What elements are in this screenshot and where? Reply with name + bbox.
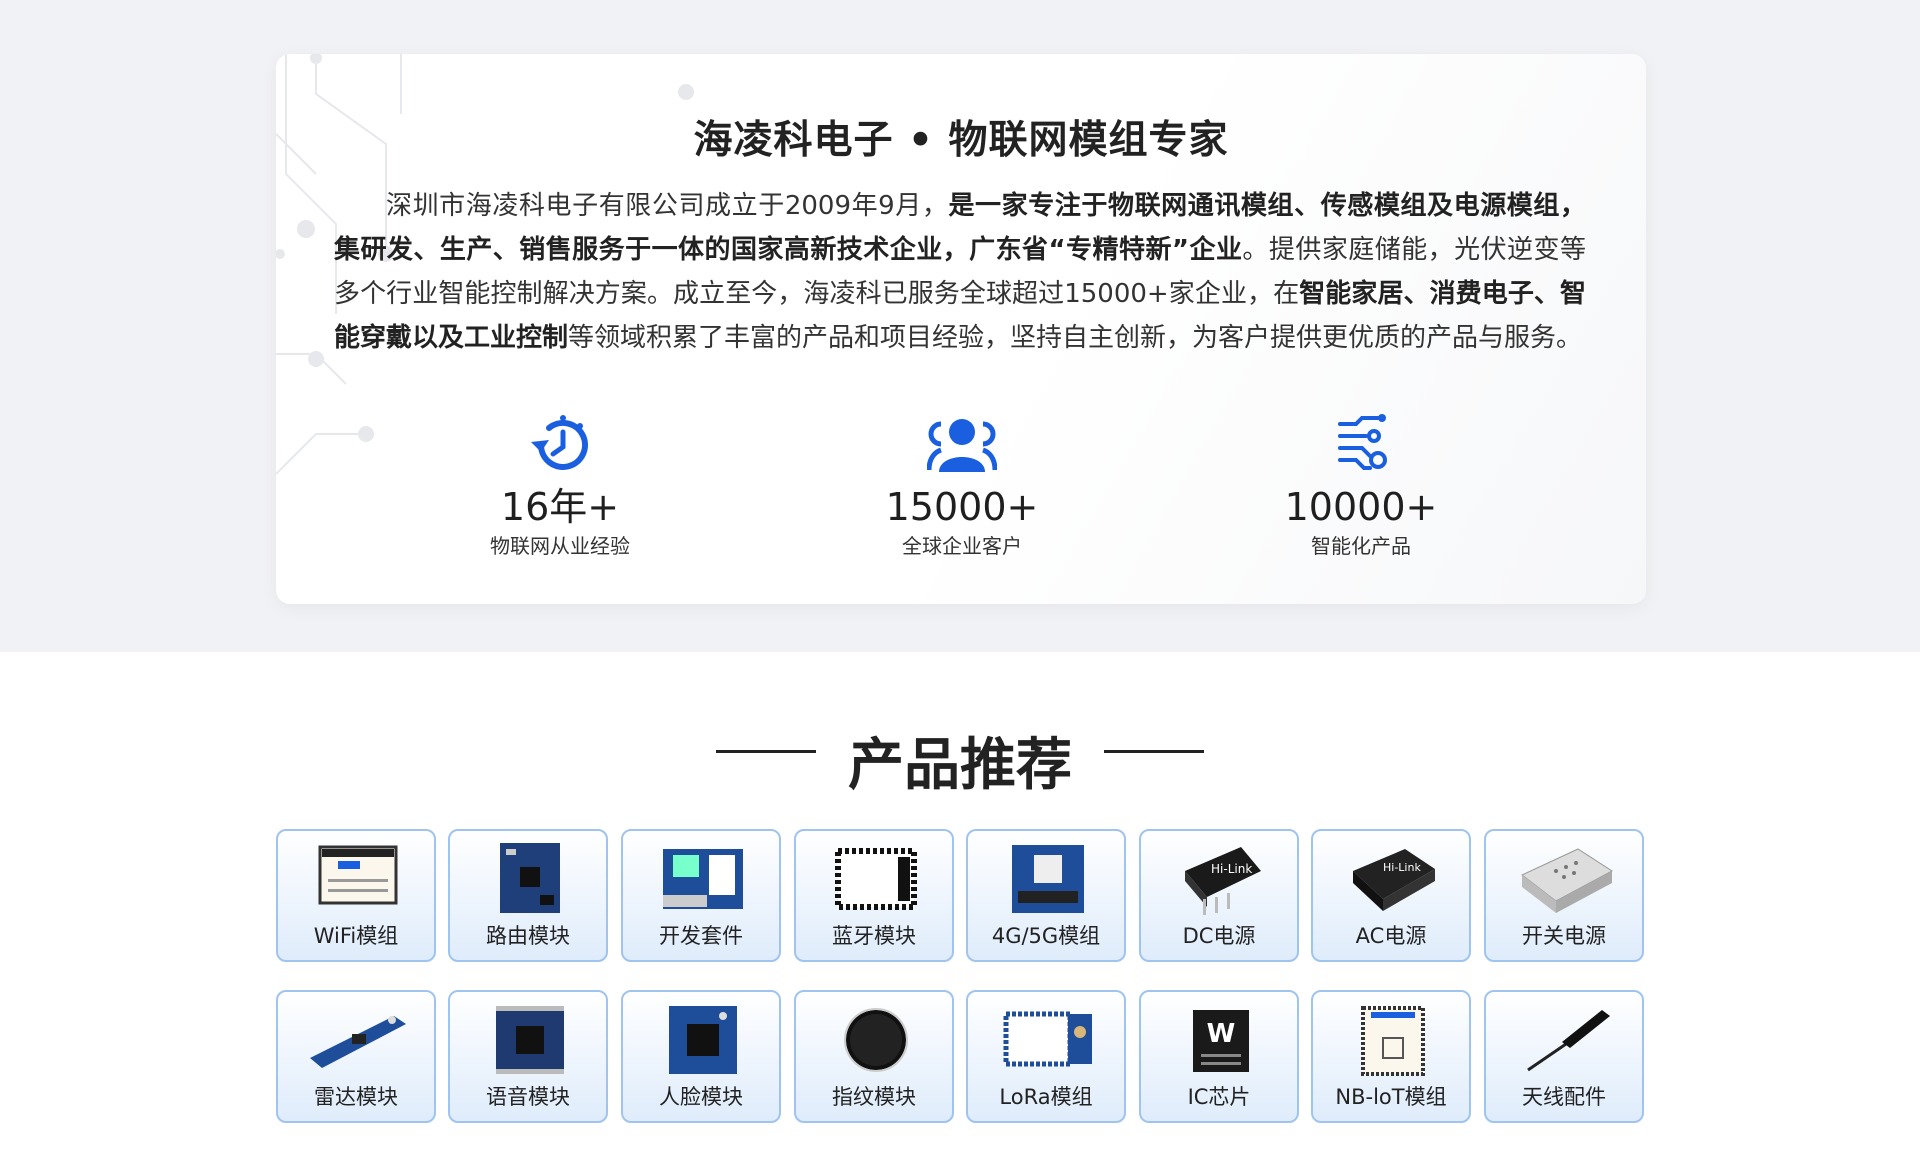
product-tile[interactable]: LoRa模组 (966, 990, 1126, 1123)
intro-paragraph: 深圳市海凌科电子有限公司成立于2009年9月，是一家专注于物联网通讯模组、传感模… (334, 184, 1586, 360)
product-tile[interactable]: W IC芯片 (1139, 990, 1299, 1123)
product-label: 雷达模块 (314, 1085, 398, 1109)
product-tile[interactable]: 开关电源 (1484, 829, 1644, 962)
circuit-icon (1338, 414, 1387, 470)
product-label: NB-loT模组 (1335, 1085, 1447, 1109)
stat-customers: 15000+ 全球企业客户 (832, 414, 1092, 559)
cellular-module-icon (1012, 845, 1084, 913)
product-tile[interactable]: 天线配件 (1484, 990, 1644, 1123)
stat-experience: 16年+ 物联网从业经验 (430, 414, 690, 559)
fingerprint-module-icon (844, 1008, 908, 1072)
products-title: 产品推荐 (848, 733, 1072, 798)
product-label: 语音模块 (486, 1085, 570, 1109)
stats-row: 16年+ 物联网从业经验 15000+ 全球企业客户 10000+ 智能化产品 (276, 414, 1646, 564)
face-module-icon (669, 1006, 737, 1074)
dc-power-icon: Hi-Link (1185, 847, 1261, 915)
para-seg-1: 深圳市海凌科电子有限公司成立于2009年9月， (386, 191, 949, 221)
intro-card: 海凌科电子 • 物联网模组专家 深圳市海凌科电子有限公司成立于2009年9月，是… (276, 54, 1646, 604)
stat-products: 10000+ 智能化产品 (1231, 414, 1491, 559)
switch-power-icon (1521, 848, 1613, 913)
lora-module-icon (1003, 1011, 1092, 1067)
svg-text:W: W (1207, 1019, 1236, 1049)
product-tile[interactable]: Hi-Link DC电源 (1139, 829, 1299, 962)
product-tile[interactable]: NB-loT模组 (1311, 990, 1471, 1123)
antenna-icon (1527, 1010, 1610, 1072)
product-label: 开关电源 (1522, 924, 1606, 948)
para-seg-5: 等领域积累了丰富的产品和项目经验，坚持自主创新，为客户提供更优质的产品与服务。 (568, 323, 1583, 353)
dev-kit-icon (663, 849, 743, 909)
product-label: DC电源 (1182, 924, 1256, 948)
users-icon (926, 419, 998, 472)
product-label: 4G/5G模组 (991, 924, 1101, 948)
router-module-icon (500, 843, 560, 913)
radar-module-icon (310, 1016, 406, 1068)
product-label: 指纹模块 (832, 1085, 916, 1109)
product-label: 路由模块 (486, 924, 570, 948)
bluetooth-module-icon (835, 848, 917, 910)
product-tile[interactable]: Hi-Link AC电源 (1311, 829, 1471, 962)
stat-number: 10000+ (1284, 485, 1438, 529)
title-divider-right (1104, 750, 1204, 753)
intro-title: 海凌科电子 • 物联网模组专家 (693, 118, 1229, 163)
stat-label: 全球企业客户 (902, 534, 1022, 558)
product-label: LoRa模组 (999, 1085, 1093, 1109)
wifi-module-icon (318, 845, 398, 905)
product-tile[interactable]: 指纹模块 (794, 990, 954, 1123)
stat-label: 智能化产品 (1311, 534, 1411, 558)
product-tile[interactable]: WiFi模组 (276, 829, 436, 962)
product-tile[interactable]: 4G/5G模组 (966, 829, 1126, 962)
nbiot-module-icon (1361, 1006, 1425, 1076)
product-tile[interactable]: 开发套件 (621, 829, 781, 962)
product-label: 开发套件 (659, 924, 743, 948)
product-label: 人脸模块 (659, 1085, 743, 1109)
ac-power-icon: Hi-Link (1353, 849, 1435, 911)
product-tile[interactable]: 雷达模块 (276, 990, 436, 1123)
product-label: WiFi模组 (313, 924, 399, 948)
svg-text:Hi-Link: Hi-Link (1383, 861, 1421, 874)
ic-chip-icon: W (1193, 1010, 1249, 1072)
product-tile[interactable]: 语音模块 (448, 990, 608, 1123)
product-label: IC芯片 (1187, 1085, 1251, 1109)
product-tile[interactable]: 路由模块 (448, 829, 608, 962)
clock-history-icon (531, 415, 588, 470)
product-label: 天线配件 (1522, 1085, 1606, 1109)
stat-number: 16年+ (500, 485, 620, 529)
product-tile[interactable]: 蓝牙模块 (794, 829, 954, 962)
voice-module-icon (496, 1006, 564, 1074)
svg-text:Hi-Link: Hi-Link (1211, 862, 1252, 876)
product-label: 蓝牙模块 (832, 924, 916, 948)
stat-label: 物联网从业经验 (490, 534, 630, 558)
product-label: AC电源 (1355, 924, 1427, 948)
product-tile[interactable]: 人脸模块 (621, 990, 781, 1123)
stat-number: 15000+ (885, 485, 1039, 529)
